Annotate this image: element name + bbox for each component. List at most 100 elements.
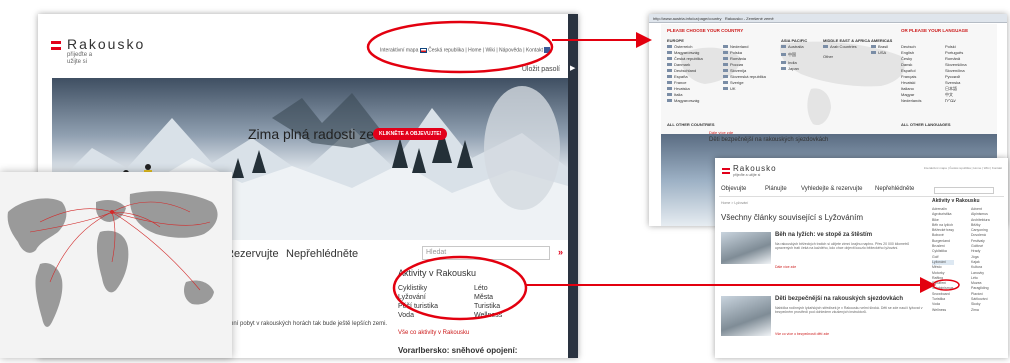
breadcrumb[interactable]: Home > Lyžování [721, 201, 748, 205]
language-link[interactable]: Español [901, 68, 915, 73]
country-link[interactable]: Italia [667, 92, 682, 97]
facebook-icon[interactable] [544, 47, 551, 53]
nav-item-dont-miss[interactable]: Nepřehlédněte [286, 248, 358, 260]
nav-item-dont-miss[interactable]: Nepřehlédněte [875, 186, 914, 192]
country-link[interactable]: Japan [781, 66, 799, 71]
utility-link-contact[interactable]: Kontakt [526, 47, 543, 53]
country-link[interactable]: Danmark [667, 62, 690, 67]
language-link[interactable]: Română [945, 56, 960, 61]
language-link[interactable]: Slovenčina [945, 68, 965, 73]
all-languages-link[interactable]: ALL OTHER LANGUAGES [901, 122, 950, 127]
language-link[interactable]: Français [901, 74, 916, 79]
all-activities-link[interactable]: Vše co aktivity v Rakousku [398, 330, 469, 336]
article-more-link[interactable]: Vše co více o bezpečnosti dětí zde [775, 332, 829, 336]
language-link[interactable]: Polski [945, 44, 956, 49]
flag-icon [667, 87, 672, 91]
activity-link[interactable]: Města [474, 293, 502, 302]
country-link[interactable]: Magyarország [667, 50, 699, 55]
language-link[interactable]: Português [945, 50, 963, 55]
country-link[interactable]: 中国 [781, 52, 796, 58]
country-link[interactable]: USA [871, 50, 886, 55]
language-link[interactable]: Magyar [901, 92, 914, 97]
language-link[interactable]: English [901, 50, 914, 55]
search-go-icon[interactable]: » [558, 247, 563, 257]
country-link[interactable]: France [667, 80, 686, 85]
country-link[interactable]: Österreich [667, 44, 692, 49]
utility-link-wiki[interactable]: Wiki [486, 47, 495, 53]
language-link[interactable]: Dansk [901, 62, 912, 67]
language-link[interactable]: Deutsch [901, 44, 916, 49]
search-input[interactable]: Hledat [422, 246, 550, 260]
country-link[interactable]: Hrvatska [667, 86, 690, 91]
more-link[interactable]: Dále více zde [709, 130, 733, 135]
save-link[interactable]: Uložit pasolí [522, 66, 560, 73]
country-link[interactable]: Slovenija [723, 68, 746, 73]
country-link[interactable]: Brasil [871, 44, 888, 49]
nav-item-book[interactable]: Rezervujte [226, 248, 279, 260]
country-link[interactable]: Magyarország [667, 98, 699, 103]
logo-subtitle: přijeďte a užijte si [733, 173, 761, 177]
activity-link[interactable]: Wellness [474, 311, 502, 320]
country-link[interactable]: India [781, 60, 797, 65]
activity-link[interactable]: Léto [474, 284, 502, 293]
article-headline[interactable]: Děti bezpečnější na rakouských sjezdovká… [775, 296, 903, 302]
arrow-right-icon[interactable]: ▶ [570, 64, 575, 72]
language-link[interactable]: Česky [901, 56, 912, 61]
utility-link-help[interactable]: Nápověda [499, 47, 522, 53]
flag-icon [667, 93, 672, 97]
activity-link[interactable]: Cyklistiky [398, 284, 438, 293]
language-link[interactable]: Svenska [945, 80, 960, 85]
hero-cta-button[interactable]: KLIKNĚTE A OBJEVUJTE! [373, 128, 448, 140]
country-link[interactable]: Česká republika [667, 56, 703, 61]
article-thumbnail[interactable] [721, 296, 771, 336]
language-link[interactable]: Hrvatski [901, 80, 915, 85]
country-link[interactable]: Deutschland [667, 68, 696, 73]
all-countries-link[interactable]: ALL OTHER COUNTRIES [667, 122, 714, 127]
language-link[interactable]: Nederlands [901, 98, 921, 103]
nav-item-plan[interactable]: Plánujte [765, 186, 787, 192]
sidebar-link[interactable]: Alpinismus [971, 212, 990, 217]
country-link[interactable]: UK [723, 86, 736, 91]
country-link[interactable]: Arab Countries [823, 44, 857, 49]
utility-link-home[interactable]: Home [468, 47, 481, 53]
sidebar-link[interactable]: Skialpinismus [932, 286, 954, 291]
nav-item-book[interactable]: Vyhledejte & rezervujte [801, 186, 862, 192]
country-link[interactable]: Other [823, 54, 833, 59]
language-link[interactable]: Italiano [901, 86, 914, 91]
browser-tab[interactable]: Rakousko - Zemšené země [725, 16, 774, 21]
country-link[interactable]: Sverige [723, 80, 744, 85]
activity-link[interactable]: Voda [398, 311, 438, 320]
country-link[interactable]: Polska [723, 50, 742, 55]
sidebar-link[interactable]: Paragliding [971, 286, 990, 291]
country-link[interactable]: España [667, 74, 688, 79]
article-headline[interactable]: Běh na lyžích: ve stopě za štěstím [775, 232, 872, 238]
utility-link-country[interactable]: Česká republika [428, 47, 464, 53]
utility-links[interactable]: Interaktivní mapa | Česká republika | Ho… [924, 166, 1002, 170]
sidebar-link[interactable]: Zima [971, 308, 990, 313]
country-link[interactable]: Nederland [723, 44, 748, 49]
country-link[interactable]: Australia [781, 44, 804, 49]
sidebar-link[interactable]: Wellness [932, 308, 954, 313]
nav-item-discover[interactable]: Objevujte [721, 186, 746, 192]
search-input[interactable] [934, 187, 994, 194]
utility-link-map[interactable]: Interaktivní mapa [380, 47, 418, 53]
language-link[interactable]: עברית [945, 98, 956, 103]
language-link[interactable]: Slovenščina [945, 62, 967, 67]
logo-title[interactable]: Rakousko [733, 164, 777, 173]
article-more-link[interactable]: Dále více zde [775, 265, 796, 269]
logo-title[interactable]: Rakousko [67, 36, 145, 52]
article-teaser-title[interactable]: Vorarlbersko: sněhové opojení: [398, 346, 517, 355]
skiing-article-screenshot: Rakousko přijeďte a užijte si Interaktiv… [715, 158, 1008, 358]
language-link[interactable]: Русский [945, 74, 960, 79]
country-link[interactable]: Россия [723, 62, 743, 67]
activity-link[interactable]: Lyžování [398, 293, 438, 302]
sidebar-link[interactable]: Agroturistika [932, 212, 954, 217]
country-link[interactable]: Slovenská republika [723, 74, 766, 79]
article-caption[interactable]: Děti bezpečnější na rakouských sjezdovká… [709, 137, 828, 143]
activity-link[interactable]: Turistika [474, 302, 502, 311]
flag-icon [781, 53, 786, 57]
country-link[interactable]: România [723, 56, 746, 61]
activity-link[interactable]: Pěší turistika [398, 302, 438, 311]
browser-url[interactable]: http://www.austria.info/cz/page/country [653, 16, 721, 21]
article-thumbnail[interactable] [721, 232, 771, 264]
